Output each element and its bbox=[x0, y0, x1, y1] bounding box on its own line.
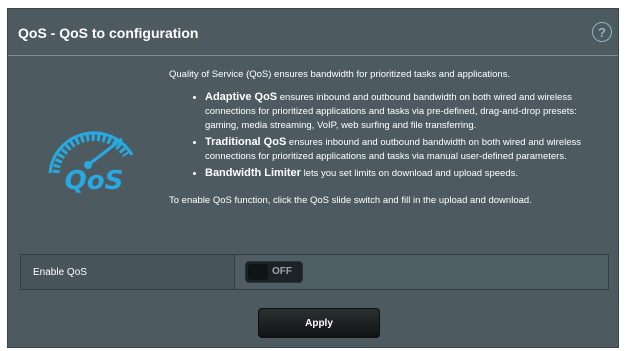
list-item: Traditional QoS ensures inbound and outb… bbox=[205, 135, 609, 164]
qos-description: Quality of Service (QoS) ensures bandwid… bbox=[169, 68, 609, 208]
intro-text: Quality of Service (QoS) ensures bandwid… bbox=[169, 69, 511, 80]
logo-text: QoS bbox=[65, 166, 124, 196]
help-icon[interactable]: ? bbox=[592, 22, 612, 42]
header-divider bbox=[8, 55, 618, 56]
toggle-state: OFF bbox=[272, 266, 292, 277]
apply-button[interactable]: Apply bbox=[258, 308, 380, 338]
enable-qos-toggle[interactable]: OFF bbox=[245, 261, 303, 283]
speedometer-qos-icon: QoS bbox=[48, 131, 134, 196]
list-item: Adaptive QoS ensures inbound and outboun… bbox=[205, 90, 609, 133]
panel-header: QoS - QoS to configuration ? bbox=[8, 9, 618, 55]
enable-qos-row: Enable QoS OFF bbox=[20, 254, 609, 290]
qos-type-list: Adaptive QoS ensures inbound and outboun… bbox=[169, 90, 609, 181]
enable-note: To enable QoS function, click the QoS sl… bbox=[169, 195, 532, 206]
enable-qos-label: Enable QoS bbox=[21, 255, 235, 289]
page-title: QoS - QoS to configuration bbox=[18, 25, 199, 41]
qos-panel: QoS - QoS to configuration ? QoS Quality… bbox=[7, 8, 619, 348]
toggle-knob bbox=[248, 264, 268, 280]
list-item: Bandwidth Limiter lets you set limits on… bbox=[205, 166, 609, 181]
